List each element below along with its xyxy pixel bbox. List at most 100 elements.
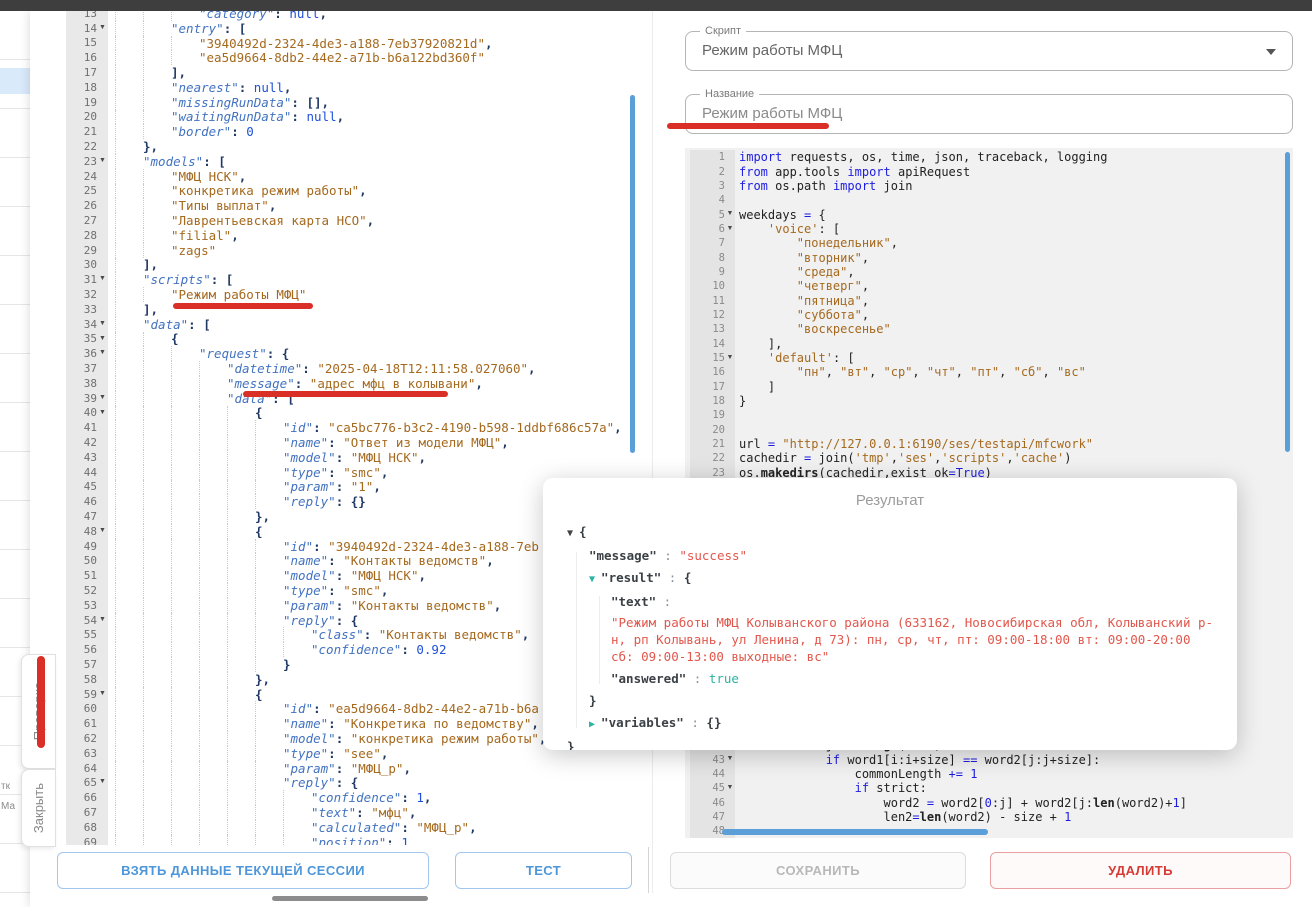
line-content: url = "http://127.0.0.1:6190/ses/testapi… bbox=[739, 437, 1093, 451]
result-json-row: } bbox=[543, 690, 1237, 711]
collapse-arrow-icon[interactable]: ▼ bbox=[97, 775, 108, 790]
line-number: 51 bbox=[84, 569, 97, 582]
json-line: 15"3940492d-2324-4de3-a188-7eb37920821d"… bbox=[36, 36, 628, 51]
json-line: 53"param": "Контакты ведомств", bbox=[36, 598, 628, 613]
code-line: 20 bbox=[685, 423, 1293, 437]
line-content: "Типы выплат", bbox=[115, 198, 276, 213]
line-content: "model": "МФЦ НСК", bbox=[115, 450, 426, 465]
collapse-arrow-icon[interactable]: ▼ bbox=[725, 781, 735, 795]
line-number: 69 bbox=[84, 836, 97, 845]
code-line: 16 "пн", "вт", "ср", "чт", "пт", "сб", "… bbox=[685, 365, 1293, 379]
line-gutter: 6▼ bbox=[690, 222, 735, 236]
token: os.path bbox=[768, 179, 833, 193]
line-gutter: 65▼ bbox=[66, 775, 108, 790]
app-window: тк Ма 13"category": null,14▼"entry": [15… bbox=[0, 0, 1312, 907]
token: 'default' bbox=[768, 351, 833, 365]
save-button[interactable]: СОХРАНИТЬ bbox=[670, 852, 966, 889]
json-line: 51"model": "МФЦ НСК", bbox=[36, 568, 628, 583]
line-content: "calculated": "МФЦ_р", bbox=[115, 820, 477, 835]
line-number: 33 bbox=[84, 303, 97, 316]
token: , bbox=[1006, 451, 1013, 465]
line-gutter: 13 bbox=[66, 11, 108, 21]
token: "request" bbox=[199, 346, 267, 361]
token: "МФЦ НСК" bbox=[351, 568, 419, 583]
token: , bbox=[494, 598, 502, 613]
token: , bbox=[469, 820, 477, 835]
background-row bbox=[0, 403, 30, 452]
line-gutter: 24 bbox=[66, 169, 108, 184]
line-number: 16 bbox=[712, 366, 725, 378]
collapse-arrow-icon[interactable]: ▼ bbox=[97, 332, 108, 347]
collapse-arrow-icon[interactable]: ▼ bbox=[97, 317, 108, 332]
line-gutter: 38 bbox=[66, 376, 108, 391]
test-button[interactable]: ТЕСТ bbox=[455, 852, 632, 889]
line-content: "среда", bbox=[739, 265, 855, 279]
line-number: 58 bbox=[84, 673, 97, 686]
collapse-arrow-icon[interactable]: ▼ bbox=[97, 524, 108, 539]
collapse-arrow-icon[interactable]: ▼ bbox=[725, 351, 735, 365]
collapse-arrow-icon[interactable]: ▼ bbox=[97, 154, 108, 169]
tab-close[interactable]: Закрыть bbox=[21, 769, 56, 847]
json-panel-scrollbar[interactable] bbox=[630, 95, 635, 453]
token: "type" bbox=[283, 746, 328, 761]
token: , bbox=[486, 553, 494, 568]
token: : bbox=[336, 568, 351, 583]
collapse-arrow-icon[interactable]: ▼ bbox=[97, 346, 108, 361]
token: { bbox=[811, 208, 825, 222]
collapse-arrow-icon[interactable]: ▼ bbox=[97, 21, 108, 36]
json-line: 65▼"reply": { bbox=[36, 775, 628, 790]
token: :j] + word2[j: bbox=[992, 796, 1093, 810]
line-content: "type": "smc", bbox=[115, 583, 388, 598]
line-content: "name": "Конкретика по ведомству", bbox=[115, 716, 539, 731]
token: , bbox=[403, 761, 411, 776]
token: cachedir bbox=[739, 451, 804, 465]
token: , bbox=[862, 308, 869, 322]
token: from bbox=[739, 179, 768, 193]
collapse-arrow-icon[interactable]: ▼ bbox=[725, 222, 735, 236]
collapse-arrow-icon[interactable]: ▼ bbox=[725, 752, 735, 766]
collapse-arrow-icon[interactable]: ▼ bbox=[725, 207, 735, 221]
line-gutter: 14 bbox=[690, 336, 735, 350]
collapse-arrow-icon[interactable]: ▼ bbox=[97, 406, 108, 421]
json-line: 43"model": "МФЦ НСК", bbox=[36, 450, 628, 465]
line-number: 46 bbox=[712, 797, 725, 809]
line-number: 41 bbox=[84, 421, 97, 434]
session-json-panel[interactable]: 13"category": null,14▼"entry": [15"39404… bbox=[36, 11, 628, 845]
token: }, bbox=[255, 509, 270, 524]
page-horizontal-scrollbar[interactable] bbox=[272, 896, 428, 901]
token: : {} bbox=[336, 494, 366, 509]
line-gutter: 15▼ bbox=[690, 351, 735, 365]
line-gutter: 56 bbox=[66, 642, 108, 657]
take-session-data-button[interactable]: ВЗЯТЬ ДАННЫЕ ТЕКУЩЕЙ СЕССИИ bbox=[57, 852, 429, 889]
line-content: "МФЦ НСК", bbox=[115, 169, 246, 184]
token: 'voice' bbox=[768, 222, 819, 236]
collapse-arrow-icon[interactable]: ▼ bbox=[97, 687, 108, 702]
token: "Режим работы МФЦ" bbox=[171, 287, 306, 302]
json-line: 19"missingRunData": [], bbox=[36, 95, 628, 110]
chevron-down-icon[interactable] bbox=[1266, 49, 1276, 55]
token: "суббота" bbox=[797, 308, 862, 322]
collapse-arrow-icon[interactable]: ▼ bbox=[97, 391, 108, 406]
script-select[interactable]: Скрипт Режим работы МФЦ bbox=[685, 31, 1293, 71]
line-number: 44 bbox=[712, 768, 725, 780]
json-line: 22}, bbox=[36, 139, 628, 154]
line-number: 21 bbox=[84, 125, 97, 138]
line-gutter: 41 bbox=[66, 420, 108, 435]
line-number: 35 bbox=[84, 332, 97, 345]
token: "smc" bbox=[343, 465, 381, 480]
editor-vertical-scrollbar[interactable] bbox=[1285, 152, 1290, 452]
line-content: "param": "Контакты ведомств", bbox=[115, 598, 501, 613]
editor-horizontal-scrollbar[interactable] bbox=[722, 829, 988, 835]
token: "Конкретика по ведомству" bbox=[343, 716, 531, 731]
code-line: 6▼ 'voice': [ bbox=[685, 222, 1293, 236]
background-row bbox=[0, 11, 30, 60]
token: "пятница" bbox=[797, 294, 862, 308]
collapse-arrow-icon[interactable]: ▼ bbox=[97, 272, 108, 287]
collapse-arrow-icon[interactable]: ▼ bbox=[97, 613, 108, 628]
token: "вт" bbox=[840, 365, 869, 379]
token: , bbox=[381, 746, 389, 761]
token: true bbox=[709, 671, 739, 686]
token: : bbox=[313, 701, 328, 716]
line-number: 19 bbox=[84, 96, 97, 109]
delete-button[interactable]: УДАЛИТЬ bbox=[990, 852, 1291, 889]
